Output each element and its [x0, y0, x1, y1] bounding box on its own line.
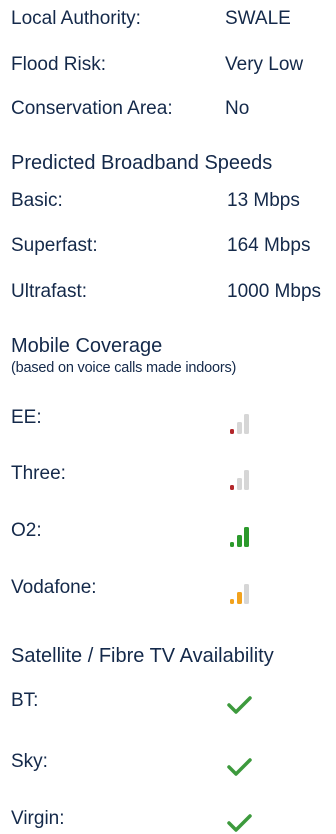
checkmark-icon — [226, 694, 252, 716]
signal-bar — [230, 542, 234, 547]
flood-risk-value: Very Low — [225, 54, 304, 75]
checkmark-path — [227, 758, 252, 776]
tv-virgin-label: Virgin: — [11, 808, 65, 829]
broadband-ultrafast-value: 1000 Mbps — [227, 281, 322, 302]
signal-bar — [244, 527, 249, 547]
signal-bar — [230, 485, 234, 490]
signal-strength-icon — [226, 582, 252, 604]
mobile-ee-label: EE: — [11, 407, 42, 428]
signal-bar — [244, 584, 249, 604]
conservation-area-label: Conservation Area: — [11, 98, 173, 119]
mobile-three-label: Three: — [11, 463, 66, 484]
mobile-coverage-heading: Mobile Coverage — [11, 335, 163, 357]
tv-availability-heading: Satellite / Fibre TV Availability — [11, 645, 274, 667]
mobile-coverage-subheading: (based on voice calls made indoors) — [11, 360, 237, 376]
signal-bar — [237, 535, 242, 547]
broadband-basic-label: Basic: — [11, 190, 63, 211]
mobile-vodafone-label: Vodafone: — [11, 577, 97, 598]
signal-bar — [237, 592, 242, 604]
signal-bar — [244, 414, 249, 434]
signal-bar — [230, 599, 234, 604]
mobile-o2-label: O2: — [11, 520, 42, 541]
signal-strength-icon — [226, 525, 252, 547]
checkmark-icon — [226, 756, 252, 778]
flood-risk-label: Flood Risk: — [11, 54, 107, 75]
signal-bar — [237, 478, 242, 490]
checkmark-icon — [226, 812, 252, 834]
tv-sky-label: Sky: — [11, 751, 48, 772]
checkmark-path — [227, 814, 252, 832]
signal-bar — [244, 470, 249, 490]
local-authority-label: Local Authority: — [11, 8, 141, 29]
signal-bar — [237, 422, 242, 434]
checkmark-path — [227, 696, 252, 714]
broadband-heading: Predicted Broadband Speeds — [11, 152, 273, 174]
signal-strength-icon — [226, 412, 252, 434]
signal-strength-icon — [226, 468, 252, 490]
tv-bt-label: BT: — [11, 690, 39, 711]
signal-bar — [230, 429, 234, 434]
broadband-ultrafast-label: Ultrafast: — [11, 281, 88, 302]
local-authority-value: SWALE — [225, 8, 291, 29]
broadband-basic-value: 13 Mbps — [227, 190, 300, 211]
broadband-superfast-label: Superfast: — [11, 235, 98, 256]
broadband-superfast-value: 164 Mbps — [227, 235, 311, 256]
conservation-area-value: No — [225, 98, 250, 119]
